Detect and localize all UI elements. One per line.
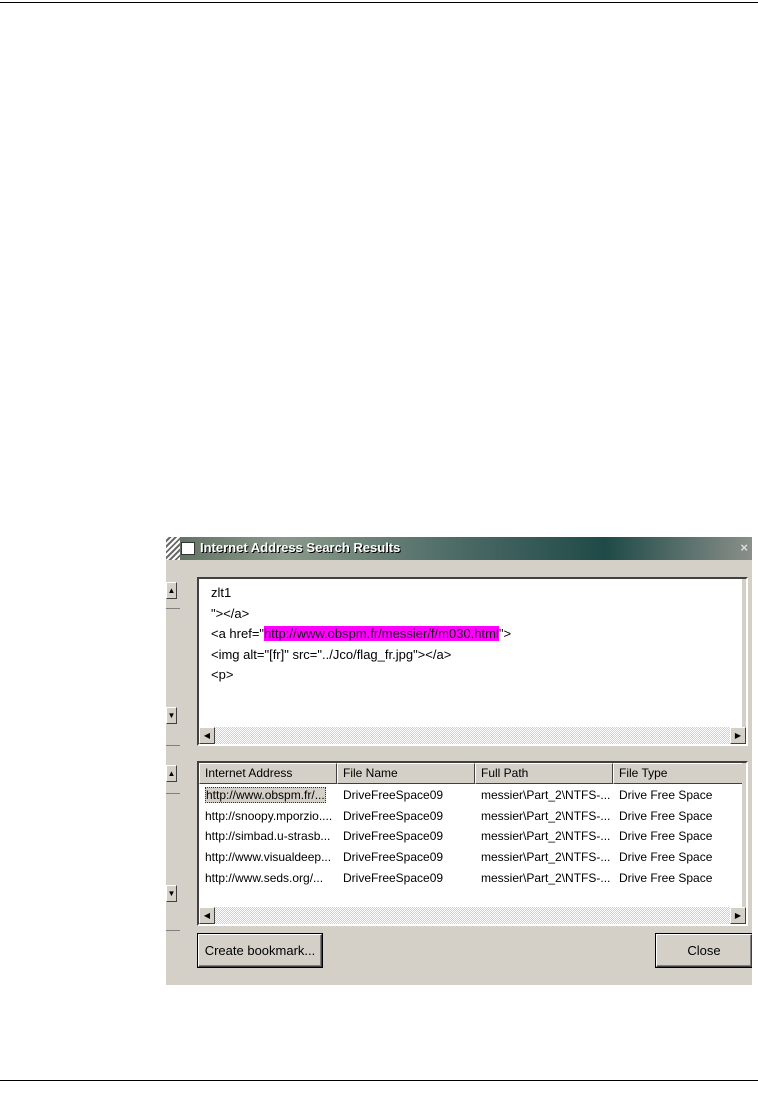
column-header-file-type[interactable]: File Type (613, 763, 746, 784)
window-icon (181, 542, 195, 555)
dialog-screenshot: Internet Address Search Results × ▲ ▼ ▲ … (166, 537, 752, 985)
cell-address: http://www.obspm.fr/... (205, 787, 326, 803)
table-row[interactable]: http://simbad.u-strasb... DriveFreeSpace… (199, 826, 746, 847)
cell-file-type: Drive Free Space (619, 808, 713, 823)
cell-file-type: Drive Free Space (619, 850, 713, 865)
strip-scroll-up-icon[interactable]: ▲ (166, 765, 177, 782)
column-header-full-path[interactable]: Full Path (475, 763, 613, 784)
cell-full-path: messier\Part_2\NTFS-... (481, 788, 611, 802)
cell-file-name: DriveFreeSpace09 (343, 788, 444, 802)
strip-divider (166, 745, 180, 746)
table-row[interactable]: http://www.visualdeep... DriveFreeSpace0… (199, 847, 746, 868)
scroll-left-icon[interactable]: ◀ (199, 727, 215, 744)
cell-address: http://snoopy.mporzio.... (205, 808, 333, 823)
scroll-right-icon[interactable]: ▶ (730, 907, 746, 924)
cell-full-path: messier\Part_2\NTFS-... (481, 870, 611, 885)
source-line: <a href="http://www.obspm.fr/messier/f/m… (211, 624, 511, 645)
strip-scroll-up-icon[interactable]: ▲ (166, 582, 177, 599)
background-window-strip: ▲ ▼ ▲ ▼ (166, 560, 194, 985)
cell-file-type: Drive Free Space (619, 829, 713, 844)
strip-scroll-down-icon[interactable]: ▼ (166, 707, 177, 724)
results-list[interactable]: Internet Address File Name Full Path Fil… (197, 761, 748, 926)
source-horizontal-scrollbar[interactable]: ◀ ▶ (199, 727, 746, 744)
source-text: zlt1 "></a> <a href="http://www.obspm.fr… (211, 583, 511, 686)
scroll-right-icon[interactable]: ▶ (730, 727, 746, 744)
close-button[interactable]: Close (656, 934, 752, 967)
source-line: "></a> (211, 605, 250, 621)
create-bookmark-button[interactable]: Create bookmark... (198, 934, 322, 967)
cell-file-type: Drive Free Space (619, 788, 713, 802)
cell-file-name: DriveFreeSpace09 (343, 870, 444, 885)
source-vertical-scrollbar[interactable] (742, 579, 746, 729)
title-stripes (166, 537, 180, 560)
strip-scroll-down-icon[interactable]: ▼ (166, 885, 177, 902)
source-line: zlt1 (211, 585, 232, 600)
cell-file-name: DriveFreeSpace09 (343, 850, 444, 865)
strip-divider (166, 608, 180, 609)
close-icon[interactable]: × (740, 540, 748, 555)
cell-file-name: DriveFreeSpace09 (343, 829, 444, 844)
results-header: Internet Address File Name Full Path Fil… (199, 763, 746, 784)
list-horizontal-scrollbar[interactable]: ◀ ▶ (199, 907, 746, 924)
cell-full-path: messier\Part_2\NTFS-... (481, 808, 611, 823)
list-vertical-scrollbar[interactable] (742, 763, 746, 907)
page-bottom-rule (0, 1080, 758, 1081)
title-bar[interactable]: Internet Address Search Results × (166, 537, 752, 560)
cell-full-path: messier\Part_2\NTFS-... (481, 850, 611, 865)
source-line: <p> (211, 667, 234, 682)
cell-file-type: Drive Free Space (619, 870, 713, 885)
table-row[interactable]: http://snoopy.mporzio.... DriveFreeSpace… (199, 806, 746, 827)
page-top-rule (0, 2, 758, 3)
cell-full-path: messier\Part_2\NTFS-... (481, 829, 611, 844)
column-header-file-name[interactable]: File Name (337, 763, 475, 784)
results-rows: http://www.obspm.fr/... DriveFreeSpace09… (199, 785, 746, 888)
cell-file-name: DriveFreeSpace09 (343, 808, 444, 823)
source-line: <img alt="[fr]" src="../Jco/flag_fr.jpg"… (211, 646, 452, 662)
cell-address: http://www.seds.org/... (205, 870, 324, 885)
table-row[interactable]: http://www.seds.org/... DriveFreeSpace09… (199, 868, 746, 889)
highlighted-url[interactable]: http://www.obspm.fr/messier/f/m030.html (264, 626, 499, 641)
scroll-left-icon[interactable]: ◀ (199, 907, 215, 924)
cell-address: http://www.visualdeep... (205, 850, 332, 865)
source-text-pane[interactable]: zlt1 "></a> <a href="http://www.obspm.fr… (197, 577, 748, 746)
source-text-fragment: <a href=" (211, 626, 265, 641)
window-title: Internet Address Search Results (200, 540, 401, 555)
table-row[interactable]: http://www.obspm.fr/... DriveFreeSpace09… (199, 785, 746, 806)
strip-divider (166, 793, 180, 794)
column-header-internet-address[interactable]: Internet Address (199, 763, 337, 784)
source-text-fragment: "> (498, 626, 512, 641)
strip-divider (166, 930, 180, 931)
cell-address: http://simbad.u-strasb... (205, 829, 331, 844)
